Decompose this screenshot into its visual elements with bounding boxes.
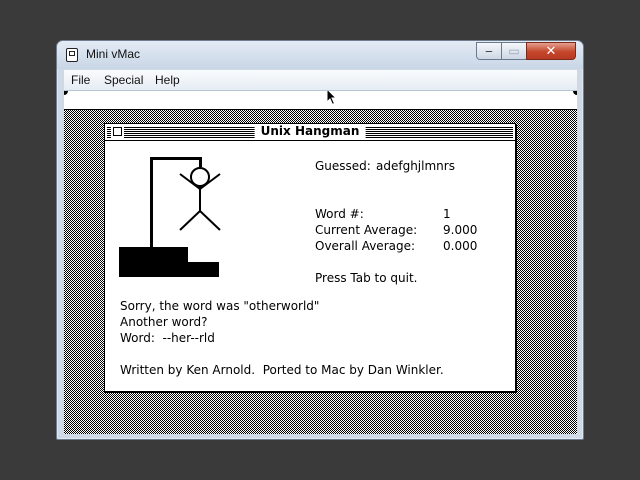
mac-menu-bar[interactable] <box>64 91 577 110</box>
minimize-button[interactable]: ‒ <box>476 42 502 60</box>
word-number-value: 1 <box>443 207 451 221</box>
maximize-button[interactable]: ▭ <box>501 42 527 60</box>
emulated-screen[interactable]: Unix Hangman Guessed: adefghjlmnrs Word … <box>64 91 577 434</box>
mac-app-icon <box>66 48 78 62</box>
title-bar[interactable]: Mini vMac ‒ ▭ ✕ <box>57 41 583 69</box>
menu-bar: File Special Help <box>64 70 577 91</box>
gallows <box>119 157 219 277</box>
hangman-title-bar[interactable]: Unix Hangman <box>105 124 515 141</box>
close-icon: ✕ <box>545 43 557 59</box>
guessed-label: Guessed: <box>315 159 371 173</box>
mac-close-box[interactable] <box>113 127 122 136</box>
quit-hint: Press Tab to quit. <box>315 271 418 285</box>
menu-special[interactable]: Special <box>104 73 143 87</box>
menu-help[interactable]: Help <box>155 73 180 87</box>
hanged-man <box>179 167 221 231</box>
guessed-letters: adefghjlmnrs <box>376 159 455 173</box>
gallows-figure <box>119 157 221 277</box>
window-title: Mini vMac <box>86 47 141 61</box>
credits: Written by Ken Arnold. Ported to Mac by … <box>120 363 444 377</box>
current-average-value: 9.000 <box>443 223 478 237</box>
overall-average-label: Overall Average: <box>315 239 416 253</box>
minimize-icon: ‒ <box>485 44 493 58</box>
maximize-icon: ▭ <box>508 44 520 58</box>
word-number-label: Word #: <box>315 207 364 221</box>
hangman-title: Unix Hangman <box>254 124 366 139</box>
hangman-window: Unix Hangman Guessed: adefghjlmnrs Word … <box>104 123 516 392</box>
result-message: Sorry, the word was "otherworld" <box>120 299 320 313</box>
another-word-prompt: Another word? <box>120 315 208 329</box>
word-progress: Word: --her--rld <box>120 331 215 345</box>
close-button[interactable]: ✕ <box>526 42 576 60</box>
mouse-pointer-icon <box>326 91 338 106</box>
overall-average-value: 0.000 <box>443 239 478 253</box>
mini-vmac-window: Mini vMac ‒ ▭ ✕ File Special Help Unix H… <box>56 40 584 440</box>
current-average-label: Current Average: <box>315 223 418 237</box>
menu-file[interactable]: File <box>71 73 90 87</box>
